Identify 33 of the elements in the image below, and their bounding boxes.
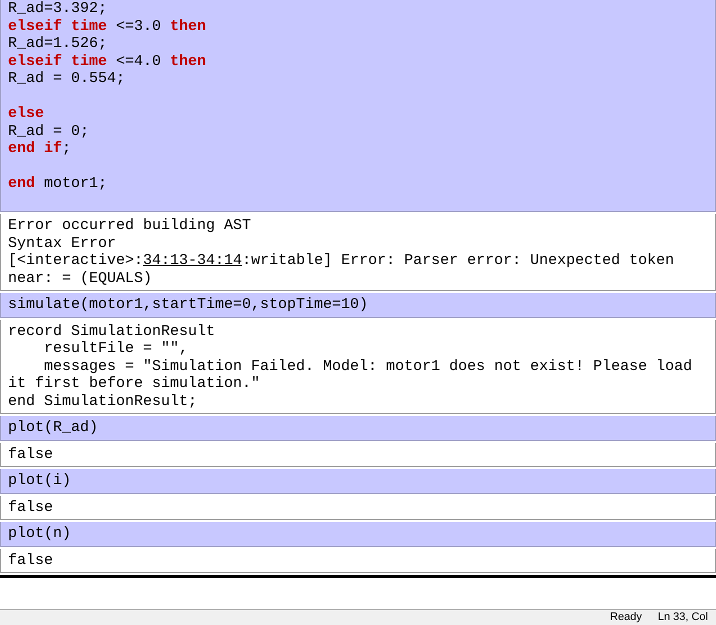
code-line: R_ad = 0.554; (8, 70, 126, 88)
code-line: it first before simulation." (8, 375, 262, 392)
code-line: elseif time <=4.0 then (8, 52, 208, 70)
code-line: plot(R_ad) (8, 419, 100, 436)
code-line: false (8, 446, 54, 463)
code-line: messages = "Simulation Failed. Model: motor1 does not exist! Please load (43, 358, 694, 375)
input-cell[interactable]: R_ad=3.392; elseif time <=3.0 then R_ad=1.526; elseif time <=4.0 then R_ad = 0.554; else R_ad = 0; end if; end motor1; (0, 0, 716, 212)
code-line: R_ad=3.392; (8, 0, 108, 18)
status-text: Ready (610, 610, 642, 625)
code-line: [<interactive>:34:13-34:14:writable] Error: Parser error: Unexpected token (8, 252, 676, 270)
code-line: end if; (8, 140, 72, 158)
code-line: near: = (EQUALS) (8, 270, 154, 287)
code-line: false (8, 498, 54, 516)
code-line: end SimulationResult; (8, 392, 198, 410)
code-line: R_ad=1.526; (8, 35, 108, 52)
code-line: resultFile = "", (43, 340, 190, 358)
code-line: else (8, 105, 46, 122)
code-line: plot(i) (8, 472, 72, 490)
code-line: Syntax Error (8, 234, 118, 252)
input-cell[interactable]: plot(i) (0, 469, 716, 494)
input-cell[interactable]: plot(n) (0, 522, 716, 546)
code-line: Error occurred building AST (8, 217, 252, 234)
code-line: plot(n) (8, 525, 72, 542)
code-line: simulate(motor1,startTime=0,stopTime=10) (8, 296, 370, 314)
input-cell[interactable]: simulate(motor1,startTime=0,stopTime=10) (0, 293, 716, 318)
code-line: end motor1; (8, 175, 108, 192)
status-text: Ln 33, Col (658, 610, 708, 625)
code-line: false (8, 552, 54, 569)
code-line: record SimulationResult (8, 322, 216, 340)
code-line: R_ad = 0; (8, 122, 90, 140)
code-line: elseif time <=3.0 then (8, 18, 208, 35)
link[interactable]: 34:13-34:14 (143, 252, 242, 269)
input-cell[interactable]: plot(R_ad) (0, 416, 716, 440)
